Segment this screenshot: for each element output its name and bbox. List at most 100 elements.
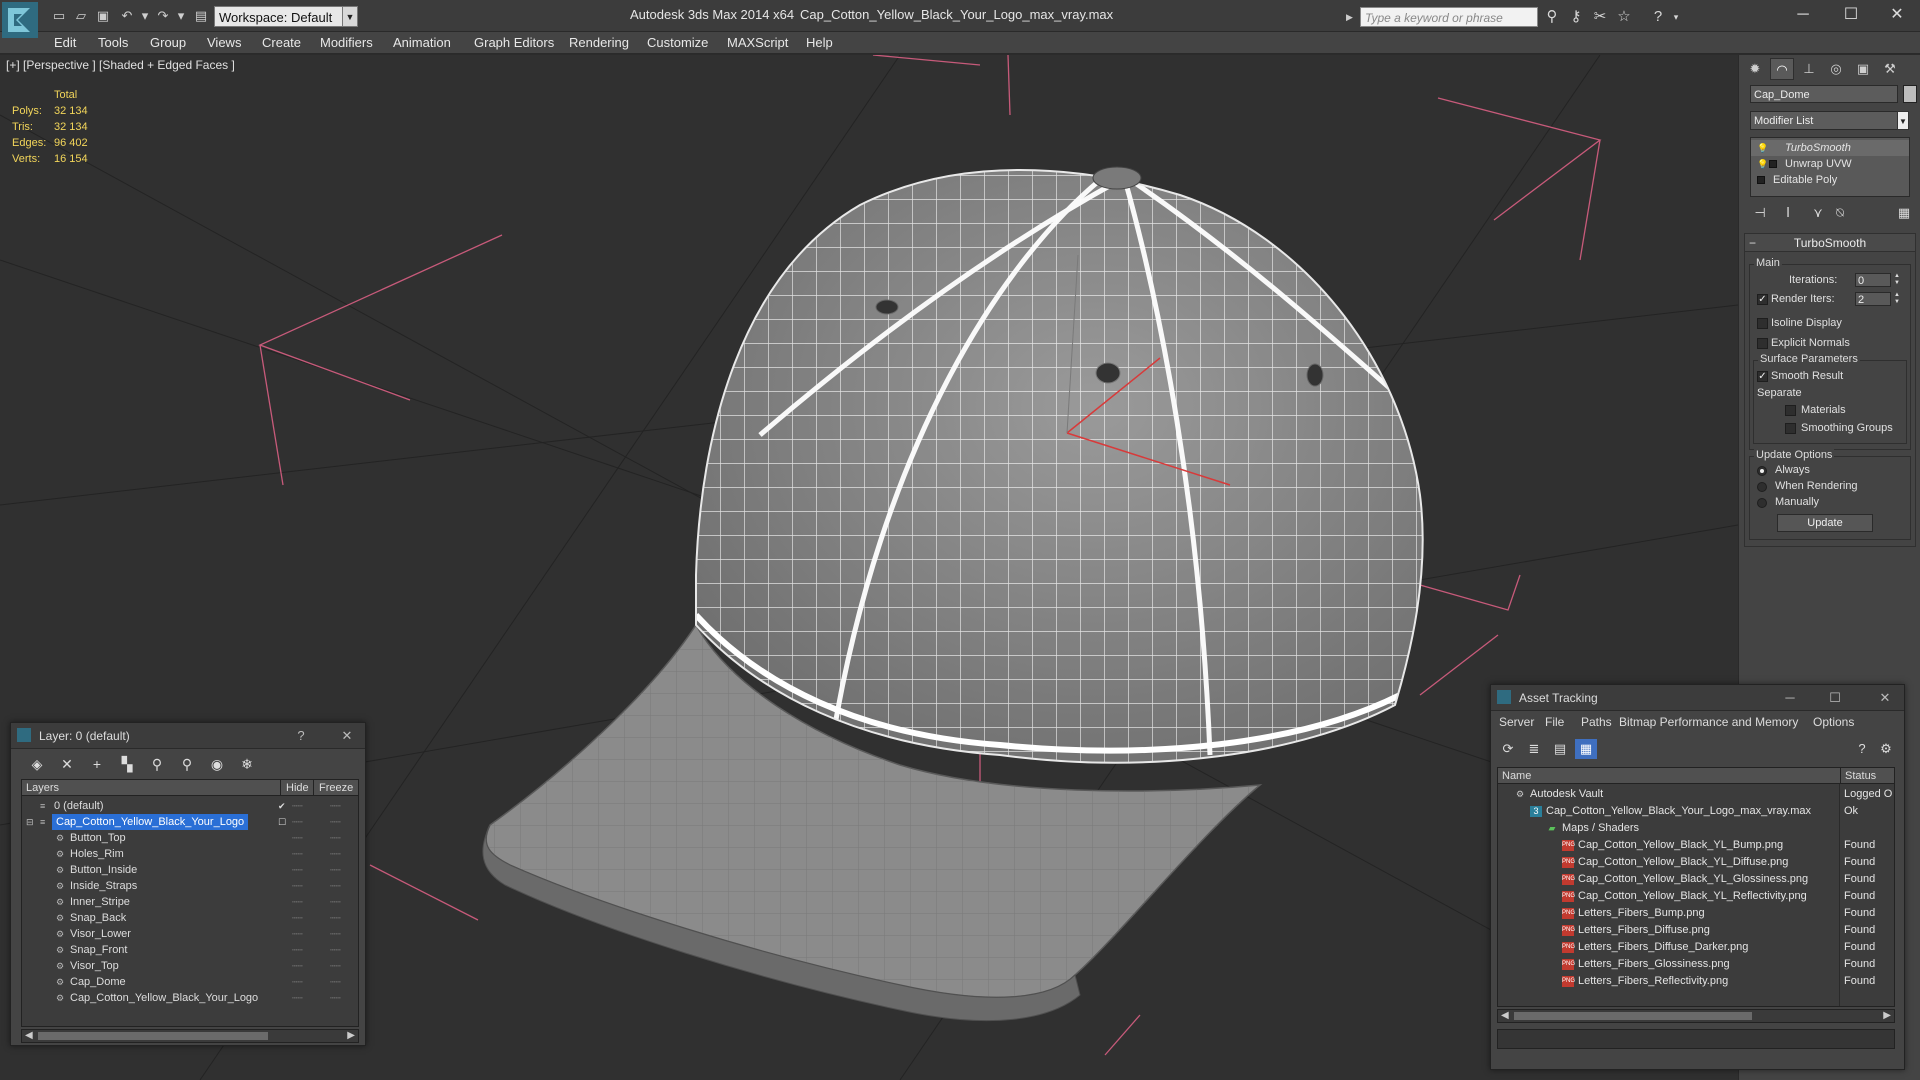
maximize-button[interactable]: ☐ xyxy=(1828,0,1874,30)
open-file-icon[interactable]: ▱ xyxy=(72,7,90,25)
select-objects-icon[interactable]: ▚ xyxy=(115,753,139,775)
lightbulb-icon[interactable]: 💡 xyxy=(1757,156,1768,172)
asset-row-maps[interactable]: ▰ Maps / Shaders xyxy=(1498,820,1894,837)
layer-object-row[interactable]: ⚙ Inner_Stripe ┄┄ ┄┄ xyxy=(22,894,358,910)
hide-all-layers-icon[interactable]: ◉ xyxy=(205,753,229,775)
asset-row-file[interactable]: PNG Cap_Cotton_Yellow_Black_YL_Diffuse.pn… xyxy=(1498,854,1894,871)
layer-object-row[interactable]: ⚙ Cap_Dome ┄┄ ┄┄ xyxy=(22,974,358,990)
scroll-left-icon[interactable]: ◀ xyxy=(25,1030,33,1042)
highlight-layer-icon[interactable]: ⚲ xyxy=(175,753,199,775)
set-current-box-icon[interactable]: ☐ xyxy=(278,814,286,830)
menu-rendering[interactable]: Rendering xyxy=(569,35,629,50)
menu-views[interactable]: Views xyxy=(207,35,241,50)
update-button[interactable]: Update xyxy=(1777,514,1873,532)
redo-dropdown-icon[interactable]: ▾ xyxy=(172,7,190,25)
freeze-column-header[interactable]: Freeze xyxy=(313,780,358,796)
redo-icon[interactable]: ↷ xyxy=(154,7,172,25)
display-tab-icon[interactable]: ▣ xyxy=(1851,58,1875,80)
asset-row-file[interactable]: PNG Letters_Fibers_Glossiness.png Found xyxy=(1498,956,1894,973)
refresh-icon[interactable]: ⟳ xyxy=(1497,739,1519,759)
binoculars-icon[interactable]: ⚲ xyxy=(1542,7,1562,27)
scroll-right-icon[interactable]: ▶ xyxy=(347,1030,355,1042)
asset-row-file[interactable]: PNG Letters_Fibers_Reflectivity.png Found xyxy=(1498,973,1894,990)
smoothing-groups-checkbox[interactable] xyxy=(1785,423,1796,434)
list-view-icon[interactable]: ≣ xyxy=(1523,739,1545,759)
show-end-result-icon[interactable]: Ⅰ xyxy=(1777,203,1799,223)
close-icon[interactable]: ✕ xyxy=(1875,689,1895,707)
minimize-icon[interactable]: ─ xyxy=(1780,689,1800,707)
current-layer-check-icon[interactable]: ✔ xyxy=(278,798,286,814)
asset-row-file[interactable]: PNG Letters_Fibers_Bump.png Found xyxy=(1498,905,1894,922)
asset-row-vault[interactable]: ⚙ Autodesk Vault Logged O xyxy=(1498,786,1894,803)
menu-tools[interactable]: Tools xyxy=(98,35,128,50)
layer-object-row[interactable]: ⚙ Holes_Rim ┄┄ ┄┄ xyxy=(22,846,358,862)
layer-object-row[interactable]: ⚙ Button_Top ┄┄ ┄┄ xyxy=(22,830,358,846)
asset-dialog-titlebar[interactable]: Asset Tracking ─ ☐ ✕ xyxy=(1491,685,1904,711)
asset-menu-file[interactable]: File xyxy=(1545,715,1564,729)
chevron-down-icon[interactable]: ▼ xyxy=(1897,111,1909,130)
iterations-spinner[interactable]: 0 xyxy=(1855,273,1891,287)
settings-icon[interactable]: ⚙ xyxy=(1875,739,1897,759)
help-button[interactable]: ? xyxy=(291,727,311,745)
motion-tab-icon[interactable]: ◎ xyxy=(1824,58,1848,80)
stack-item-editable-poly[interactable]: Editable Poly xyxy=(1751,172,1909,188)
app-logo-icon[interactable] xyxy=(2,2,38,38)
undo-icon[interactable]: ↶ xyxy=(118,7,136,25)
isoline-display-checkbox[interactable] xyxy=(1757,318,1768,329)
asset-row-scene[interactable]: 3 Cap_Cotton_Yellow_Black_Your_Logo_max_v… xyxy=(1498,803,1894,820)
freeze-all-layers-icon[interactable]: ❄ xyxy=(235,753,259,775)
manually-radio[interactable] xyxy=(1757,498,1767,508)
stack-item-turbosmooth[interactable]: 💡 TurboSmooth xyxy=(1751,140,1909,156)
close-icon[interactable]: ✕ xyxy=(337,727,357,745)
rollout-header[interactable]: − TurboSmooth xyxy=(1745,234,1915,252)
configure-modifier-sets-icon[interactable]: ▦ xyxy=(1893,203,1915,223)
scrollbar-thumb[interactable] xyxy=(38,1032,268,1040)
modify-tab-icon[interactable]: ◠ xyxy=(1770,58,1794,80)
scroll-right-icon[interactable]: ▶ xyxy=(1883,1010,1891,1022)
stack-item-unwrap-uvw[interactable]: 💡 Unwrap UVW xyxy=(1751,156,1909,172)
lightbulb-icon[interactable]: 💡 xyxy=(1757,140,1768,156)
subscription-icon[interactable]: ✂ xyxy=(1590,7,1610,27)
minimize-button[interactable]: ─ xyxy=(1780,0,1826,30)
layer-object-row[interactable]: ⚙ Cap_Cotton_Yellow_Black_Your_Logo ┄┄ ┄┄ xyxy=(22,990,358,1006)
layer-dialog-titlebar[interactable]: Layer: 0 (default) ? ✕ xyxy=(11,723,365,749)
modifier-list-dropdown[interactable]: Modifier List xyxy=(1750,111,1908,130)
favorites-star-icon[interactable]: ☆ xyxy=(1614,7,1634,27)
expand-box-icon[interactable] xyxy=(1769,160,1777,168)
layer-row[interactable]: ≡ 0 (default) ✔ ┄┄ ┄┄ xyxy=(22,798,358,814)
key-icon[interactable]: ⚷ xyxy=(1566,7,1586,27)
materials-checkbox[interactable] xyxy=(1785,405,1796,416)
search-expand-icon[interactable]: ▶ xyxy=(1346,7,1358,27)
project-folder-icon[interactable]: ▤ xyxy=(192,7,210,25)
menu-help[interactable]: Help xyxy=(806,35,833,50)
asset-menu-bitmap-performance[interactable]: Bitmap Performance and Memory xyxy=(1619,715,1798,729)
hierarchy-tab-icon[interactable]: ⊥ xyxy=(1797,58,1821,80)
utilities-tab-icon[interactable]: ⚒ xyxy=(1878,58,1902,80)
search-input[interactable]: Type a keyword or phrase xyxy=(1360,7,1538,27)
workspace-select[interactable]: Workspace: Default xyxy=(214,6,358,27)
menu-customize[interactable]: Customize xyxy=(647,35,708,50)
scrollbar-thumb[interactable] xyxy=(1514,1012,1752,1020)
select-layer-icon[interactable]: ⚲ xyxy=(145,753,169,775)
thumbnail-view-icon[interactable]: ▤ xyxy=(1549,739,1571,759)
always-radio[interactable] xyxy=(1757,466,1767,476)
menu-group[interactable]: Group xyxy=(150,35,186,50)
menu-animation[interactable]: Animation xyxy=(393,35,451,50)
make-unique-icon[interactable]: ⋎ xyxy=(1807,203,1829,223)
menu-create[interactable]: Create xyxy=(262,35,301,50)
add-to-layer-icon[interactable]: + xyxy=(85,753,109,775)
collapse-icon[interactable]: − xyxy=(1749,234,1756,252)
help-dropdown-icon[interactable]: ▾ xyxy=(1666,7,1686,27)
remove-modifier-icon[interactable]: ⍉ xyxy=(1829,203,1851,223)
expand-box-icon[interactable] xyxy=(1757,176,1765,184)
asset-row-file[interactable]: PNG Cap_Cotton_Yellow_Black_YL_Bump.png Fo… xyxy=(1498,837,1894,854)
delete-layer-icon[interactable]: ✕ xyxy=(55,753,79,775)
layer-object-row[interactable]: ⚙ Snap_Back ┄┄ ┄┄ xyxy=(22,910,358,926)
object-color-swatch[interactable] xyxy=(1903,85,1917,103)
viewport-label[interactable]: [+] [Perspective ] [Shaded + Edged Faces… xyxy=(6,58,235,72)
layer-object-row[interactable]: ⚙ Visor_Top ┄┄ ┄┄ xyxy=(22,958,358,974)
scroll-left-icon[interactable]: ◀ xyxy=(1501,1010,1509,1022)
asset-path-field[interactable] xyxy=(1497,1029,1895,1049)
asset-row-file[interactable]: PNG Letters_Fibers_Diffuse.png Found xyxy=(1498,922,1894,939)
layers-column-header[interactable]: Layers xyxy=(26,780,59,796)
